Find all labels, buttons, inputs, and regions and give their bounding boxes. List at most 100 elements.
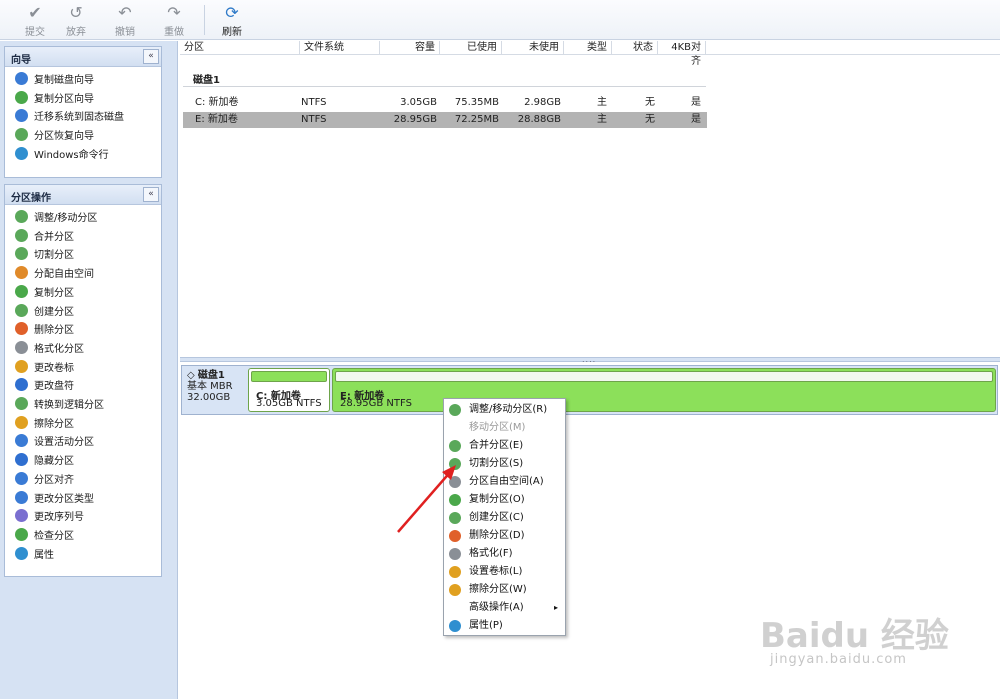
refresh-button[interactable]: ⟳ 刷新 — [211, 3, 253, 38]
label-icon — [15, 359, 28, 373]
task-item[interactable]: 检查分区 — [15, 527, 159, 545]
hide-icon — [15, 453, 28, 467]
col-filesystem[interactable]: 文件系统 — [300, 41, 380, 55]
col-partition[interactable]: 分区 — [180, 41, 300, 55]
task-item-label: 更改盘符 — [34, 381, 74, 393]
disk-type: 基本 MBR — [187, 381, 233, 392]
change-type-icon — [15, 490, 28, 504]
collapse-ops-button[interactable]: « — [143, 187, 159, 202]
col-type[interactable]: 类型 — [564, 41, 612, 55]
cell-filesystem: NTFS — [301, 114, 327, 125]
disk-map[interactable]: ◇ 磁盘1 基本 MBR 32.00GB C: 新加卷 3.05GB NTFS … — [181, 365, 998, 415]
usage-bar — [335, 371, 993, 382]
task-item[interactable]: 分区对齐 — [15, 471, 159, 489]
redo-button[interactable]: ↷ 重做 — [153, 3, 195, 38]
splitter-grip: .... — [582, 355, 597, 364]
align-icon — [15, 471, 28, 485]
disk-divider — [183, 86, 706, 87]
menu-item[interactable]: 高级操作(A) ▸ — [445, 599, 564, 617]
migrate-os-icon — [15, 109, 28, 123]
discard-icon: ↺ — [69, 3, 83, 22]
menu-item[interactable]: 删除分区(D) — [445, 527, 564, 545]
task-item[interactable]: 调整/移动分区 — [15, 210, 159, 227]
col-4k-aligned[interactable]: 4KB对齐 — [658, 41, 706, 67]
set-active-icon — [15, 434, 28, 448]
menu-item[interactable]: 调整/移动分区(R) — [445, 401, 564, 419]
col-unused[interactable]: 未使用 — [502, 41, 564, 55]
task-item[interactable]: 切割分区 — [15, 247, 159, 264]
allocate-icon — [15, 266, 28, 280]
menu-item-label: 属性(P) — [469, 620, 503, 631]
serial-icon — [15, 509, 28, 523]
menu-item[interactable]: 擦除分区(W) — [445, 581, 564, 599]
task-item[interactable]: 擦除分区 — [15, 415, 159, 433]
menu-item[interactable]: 分区自由空间(A) — [445, 473, 564, 491]
menu-item-label: 切割分区(S) — [469, 458, 524, 469]
task-item-label: 分区恢复向导 — [34, 131, 94, 143]
redo-icon: ↷ — [167, 3, 181, 22]
task-item-label: 更改分区类型 — [34, 493, 94, 505]
menu-item[interactable]: 复制分区(O) — [445, 491, 564, 509]
col-status[interactable]: 状态 — [612, 41, 658, 55]
task-item[interactable]: 删除分区 — [15, 322, 159, 339]
task-item[interactable]: 属性 — [15, 546, 159, 564]
menu-item[interactable]: 合并分区(E) — [445, 437, 564, 455]
task-item[interactable]: Windows命令行 — [15, 146, 159, 164]
task-item[interactable]: 更改盘符 — [15, 378, 159, 395]
recovery-icon — [15, 128, 28, 142]
convert-icon — [15, 397, 28, 410]
partition-block-c[interactable]: C: 新加卷 3.05GB NTFS — [248, 368, 330, 412]
undo-button[interactable]: ↶ 撤销 — [104, 3, 146, 38]
menu-item[interactable]: 属性(P) — [445, 617, 564, 635]
task-item[interactable]: 更改卷标 — [15, 359, 159, 377]
partition-table-header: 分区 文件系统 容量 已使用 未使用 类型 状态 4KB对齐 — [180, 41, 1000, 67]
wipe-icon — [15, 415, 28, 429]
menu-item[interactable]: 切割分区(S) — [445, 455, 564, 473]
usage-bar — [251, 371, 327, 382]
task-item-label: 分区对齐 — [34, 474, 74, 486]
menu-item[interactable]: 设置卷标(L) — [445, 563, 564, 581]
table-row[interactable]: C: 新加卷 NTFS 3.05GB 75.35MB 2.98GB 主 无 是 — [183, 95, 707, 111]
task-item[interactable]: 格式化分区 — [15, 340, 159, 358]
col-used[interactable]: 已使用 — [440, 41, 502, 55]
properties-icon — [449, 620, 461, 632]
collapse-wizard-button[interactable]: « — [143, 49, 159, 64]
menu-item[interactable]: 创建分区(C) — [445, 509, 564, 527]
format-icon — [15, 340, 28, 354]
submit-button[interactable]: ✔ 提交 — [14, 3, 56, 38]
task-item[interactable]: 复制磁盘向导 — [15, 72, 159, 89]
task-item-label: 删除分区 — [34, 325, 74, 337]
pane-splitter[interactable]: .... — [180, 355, 1000, 364]
col-capacity[interactable]: 容量 — [380, 41, 440, 55]
menu-item-label: 分区自由空间(A) — [469, 476, 544, 487]
table-row[interactable]: E: 新加卷 NTFS 28.95GB 72.25MB 28.88GB 主 无 是 — [183, 112, 707, 128]
task-item[interactable]: 合并分区 — [15, 228, 159, 246]
task-item[interactable]: 创建分区 — [15, 303, 159, 321]
task-item[interactable]: 转换到逻辑分区 — [15, 397, 159, 414]
task-item[interactable]: 更改序列号 — [15, 509, 159, 526]
task-item[interactable]: 分区恢复向导 — [15, 128, 159, 145]
task-item[interactable]: 设置活动分区 — [15, 434, 159, 451]
task-item[interactable]: 分配自由空间 — [15, 266, 159, 283]
menu-item[interactable]: 格式化(F) — [445, 545, 564, 563]
task-item[interactable]: 隐藏分区 — [15, 453, 159, 470]
task-item[interactable]: 迁移系统到固态磁盘 — [15, 109, 159, 126]
command-line-icon — [15, 146, 28, 160]
menu-item-label: 创建分区(C) — [469, 512, 524, 523]
toolbar: ✔ 提交 ↺ 放弃 ↶ 撤销 ↷ 重做 ⟳ 刷新 — [0, 0, 1000, 40]
task-item-label: 合并分区 — [34, 231, 74, 243]
resize-icon — [15, 210, 28, 223]
undo-icon: ↶ — [118, 3, 132, 22]
disk-name: 磁盘1 — [197, 370, 225, 381]
task-item[interactable]: 更改分区类型 — [15, 490, 159, 508]
task-item-label: 隐藏分区 — [34, 456, 74, 468]
task-item[interactable]: 复制分区向导 — [15, 90, 159, 108]
task-item[interactable]: 复制分区 — [15, 284, 159, 302]
task-item-label: 迁移系统到固态磁盘 — [34, 112, 124, 124]
partition-block-e[interactable]: E: 新加卷 28.95GB NTFS — [332, 368, 996, 412]
disk-size: 32.00GB — [187, 392, 231, 403]
menu-item-label: 复制分区(O) — [469, 494, 525, 505]
task-item-label: 属性 — [34, 549, 54, 561]
discard-button[interactable]: ↺ 放弃 — [55, 3, 97, 38]
menu-item-label: 调整/移动分区(R) — [469, 404, 548, 415]
